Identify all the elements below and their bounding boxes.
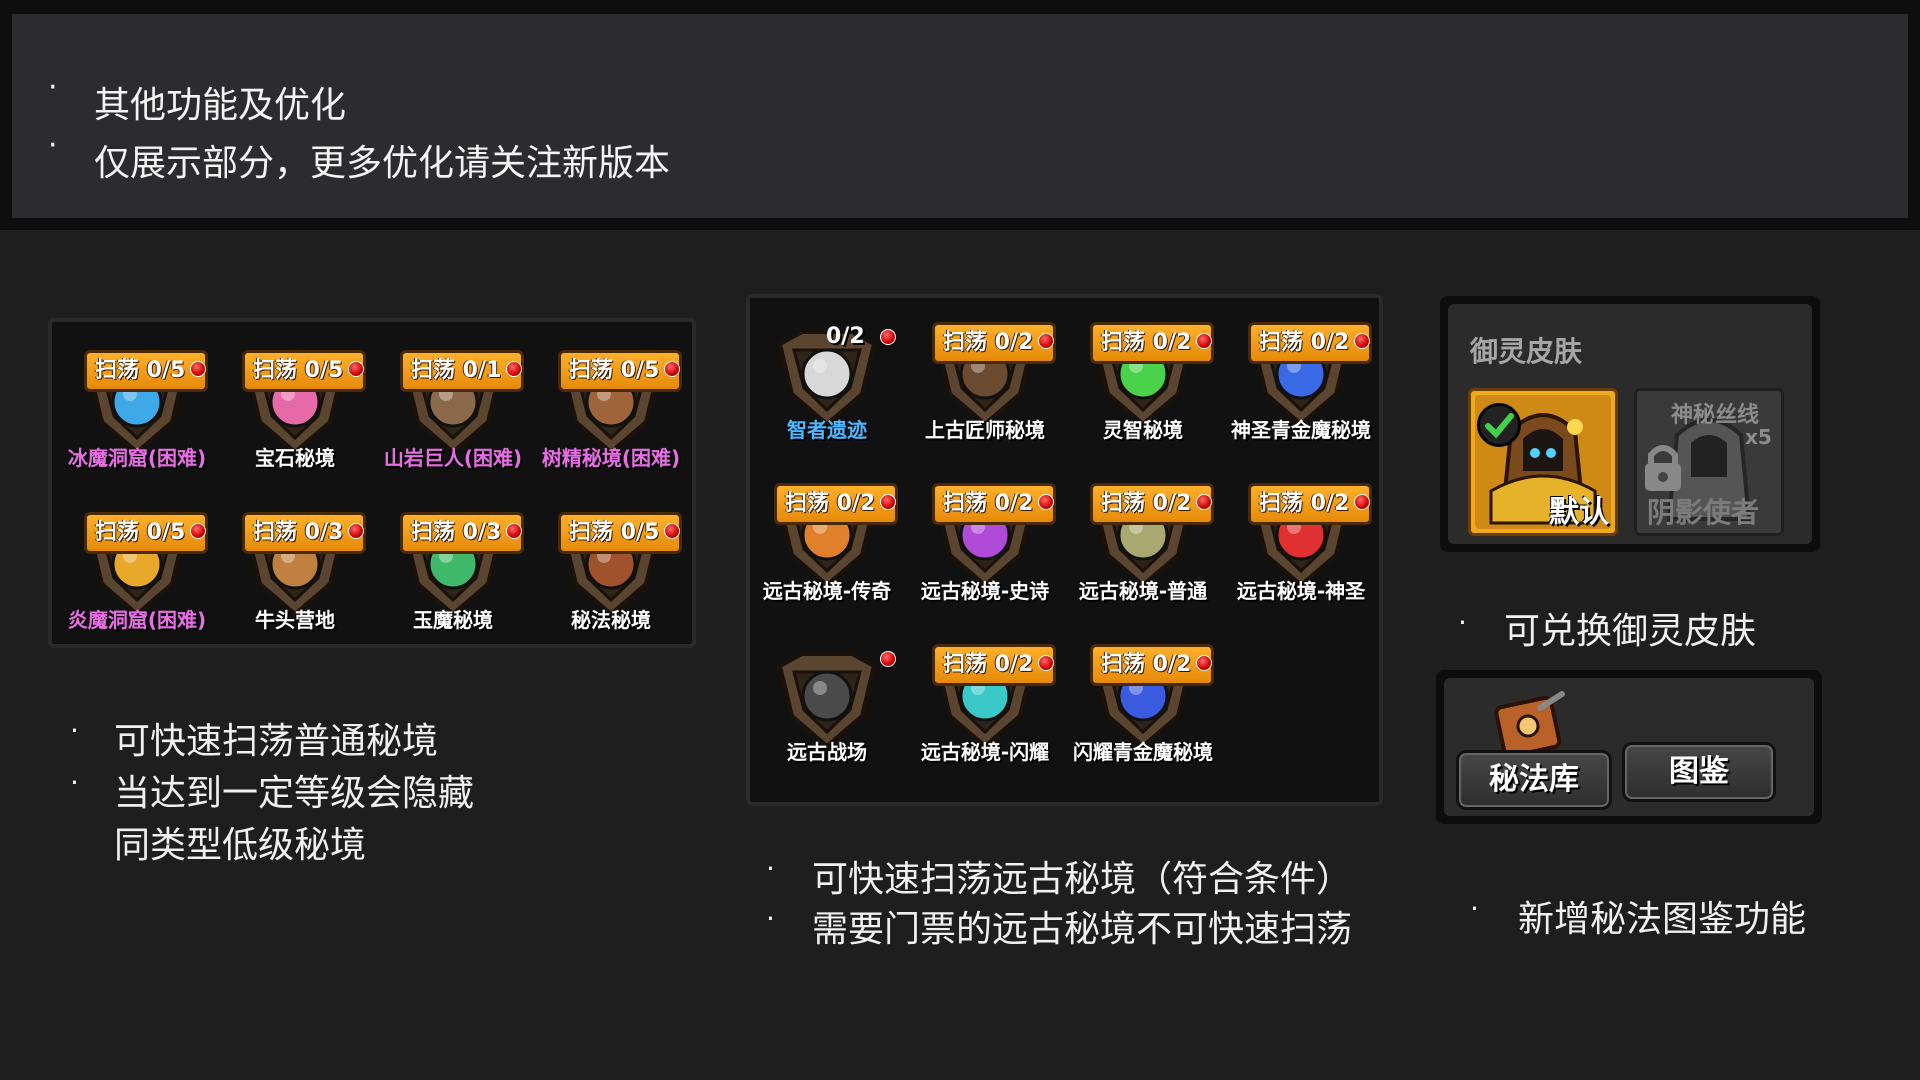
dungeon-cell[interactable]: 扫荡 0/2 远古秘境-普通 — [1068, 463, 1218, 623]
red-notification-dot — [1038, 494, 1054, 510]
header-bullet-2: 仅展示部分，更多优化请关注新版本 — [94, 143, 671, 184]
bullet-dot: · — [1458, 606, 1467, 639]
arcane-note: 新增秘法图鉴功能 — [1518, 899, 1807, 940]
red-notification-dot — [1354, 494, 1370, 510]
dungeon-label: 远古秘境-传奇 — [762, 579, 892, 603]
dungeon-label: 远古秘境-史诗 — [920, 579, 1050, 603]
dungeon-label: 上古匠师秘境 — [925, 418, 1045, 442]
locked-skin-card[interactable]: 神秘丝线 x5 阴影使者 — [1634, 388, 1784, 536]
bullet-dot: · — [70, 714, 79, 747]
dungeon-cell[interactable]: 扫荡 0/5 宝石秘境 — [220, 330, 370, 490]
red-notification-dot — [880, 494, 896, 510]
skin-panel: 御灵皮肤 默认 神秘丝线 x5 阴影使者 — [1440, 296, 1820, 552]
locked-skin-label: 阴影使者 — [1647, 496, 1760, 529]
dungeon-cell[interactable]: 扫荡 0/2 远古秘境-闪耀 — [910, 624, 1060, 784]
bullet-dot: · — [1470, 892, 1479, 925]
dungeon-label: 炎魔洞窟(困难) — [67, 608, 207, 632]
dungeon-cell[interactable]: 扫荡 0/1 山岩巨人(困难) — [378, 330, 528, 490]
red-notification-dot — [1038, 333, 1054, 349]
arcane-panel: 秘法库 图鉴 — [1436, 670, 1822, 824]
sweep-count: 0/2 — [826, 324, 865, 349]
skin-panel-title: 御灵皮肤 — [1470, 335, 1583, 368]
red-notification-dot — [190, 361, 206, 377]
dungeon-cell[interactable]: 扫荡 0/2 神圣青金魔秘境 — [1226, 302, 1376, 462]
dungeon-label: 灵智秘境 — [1103, 418, 1183, 442]
left-note-2: 当达到一定等级会隐藏 — [114, 773, 475, 814]
red-notification-dot — [190, 523, 206, 539]
dungeon-label: 树精秘境(困难) — [541, 446, 681, 470]
dungeon-cell[interactable]: 0/2 智者遗迹 — [752, 302, 902, 462]
dungeon-cell[interactable]: 扫荡 0/5 树精秘境(困难) — [536, 330, 686, 490]
left-note-1: 可快速扫荡普通秘境 — [114, 721, 439, 762]
red-notification-dot — [1038, 655, 1054, 671]
red-notification-dot — [348, 361, 364, 377]
dungeon-label: 牛头营地 — [255, 608, 335, 632]
red-notification-dot — [1354, 333, 1370, 349]
dungeon-cell[interactable]: 扫荡 0/2 远古秘境-史诗 — [910, 463, 1060, 623]
dungeon-cell[interactable]: 扫荡 0/5 冰魔洞窟(困难) — [62, 330, 212, 490]
red-notification-dot — [664, 523, 680, 539]
normal-dungeon-panel: 扫荡 0/5 冰魔洞窟(困难) 扫荡 0/5 宝石秘境 扫荡 0/1 山岩巨人(困难) 扫荡… — [48, 318, 696, 648]
arcane-panel-inner: 秘法库 图鉴 — [1444, 678, 1814, 816]
dungeon-label: 智者遗迹 — [787, 418, 867, 442]
bullet-dot: · — [70, 766, 79, 799]
red-notification-dot — [1196, 333, 1212, 349]
red-notification-dot — [1196, 655, 1212, 671]
check-icon — [1477, 403, 1521, 447]
dungeon-cell[interactable]: 扫荡 0/2 远古秘境-传奇 — [752, 463, 902, 623]
dungeon-cell[interactable]: 扫荡 0/3 牛头营地 — [220, 492, 370, 652]
header-bullet-1: 其他功能及优化 — [94, 85, 347, 126]
dungeon-label: 闪耀青金魔秘境 — [1073, 740, 1213, 764]
bullet-dot: · — [48, 70, 58, 105]
red-notification-dot — [880, 329, 896, 345]
dungeon-cell[interactable]: 扫荡 0/2 远古秘境-神圣 — [1226, 463, 1376, 623]
red-notification-dot — [880, 651, 896, 667]
dungeon-label: 秘法秘境 — [571, 608, 651, 632]
dungeon-label: 远古秘境-神圣 — [1236, 579, 1366, 603]
skin-panel-inner: 御灵皮肤 默认 神秘丝线 x5 阴影使者 — [1448, 304, 1812, 544]
dungeon-cell[interactable]: 扫荡 0/5 炎魔洞窟(困难) — [62, 492, 212, 652]
dungeon-cell[interactable]: 扫荡 0/2 灵智秘境 — [1068, 302, 1218, 462]
mid-note-2: 需要门票的远古秘境不可快速扫荡 — [812, 909, 1353, 950]
dungeon-cell[interactable]: 远古战场 — [752, 624, 902, 784]
dungeon-label: 神圣青金魔秘境 — [1231, 418, 1371, 442]
dungeon-cell[interactable]: 扫荡 0/2 上古匠师秘境 — [910, 302, 1060, 462]
skin-note: 可兑换御灵皮肤 — [1504, 611, 1757, 652]
mid-note-1: 可快速扫荡远古秘境（符合条件） — [812, 859, 1353, 900]
default-skin-label: 默认 — [1549, 495, 1609, 530]
dungeon-label: 山岩巨人(困难) — [383, 446, 523, 470]
dungeon-label: 玉魔秘境 — [413, 608, 493, 632]
dungeon-label: 远古秘境-闪耀 — [920, 740, 1050, 764]
dungeon-label: 远古秘境-普通 — [1078, 579, 1208, 603]
header-panel: · 其他功能及优化 · 仅展示部分，更多优化请关注新版本 — [12, 14, 1908, 218]
red-notification-dot — [506, 361, 522, 377]
arcane-library-button[interactable]: 秘法库 — [1456, 750, 1612, 810]
red-notification-dot — [506, 523, 522, 539]
bullet-dot: · — [48, 128, 58, 163]
lock-icon — [1639, 439, 1687, 499]
red-notification-dot — [664, 361, 680, 377]
red-notification-dot — [1196, 494, 1212, 510]
ancient-dungeon-panel: 0/2 智者遗迹 扫荡 0/2 上古匠师秘境 扫荡 0/2 灵智秘境 扫荡 0/2 神圣青金魔… — [746, 294, 1383, 806]
left-note-3: 同类型低级秘境 — [114, 825, 367, 866]
dungeon-label: 远古战场 — [787, 740, 867, 764]
dungeon-label: 宝石秘境 — [255, 446, 335, 470]
red-notification-dot — [348, 523, 364, 539]
bullet-dot: · — [766, 852, 775, 885]
locked-item-count: x5 — [1745, 425, 1772, 449]
dungeon-cell[interactable]: 扫荡 0/2 闪耀青金魔秘境 — [1068, 624, 1218, 784]
header-bar: · 其他功能及优化 · 仅展示部分，更多优化请关注新版本 — [0, 0, 1920, 230]
dungeon-cell[interactable]: 扫荡 0/3 玉魔秘境 — [378, 492, 528, 652]
default-skin-card[interactable]: 默认 — [1468, 388, 1618, 536]
dungeon-cell[interactable]: 扫荡 0/5 秘法秘境 — [536, 492, 686, 652]
bullet-dot: · — [766, 902, 775, 935]
codex-button[interactable]: 图鉴 — [1622, 742, 1776, 802]
dungeon-label: 冰魔洞窟(困难) — [67, 446, 207, 470]
